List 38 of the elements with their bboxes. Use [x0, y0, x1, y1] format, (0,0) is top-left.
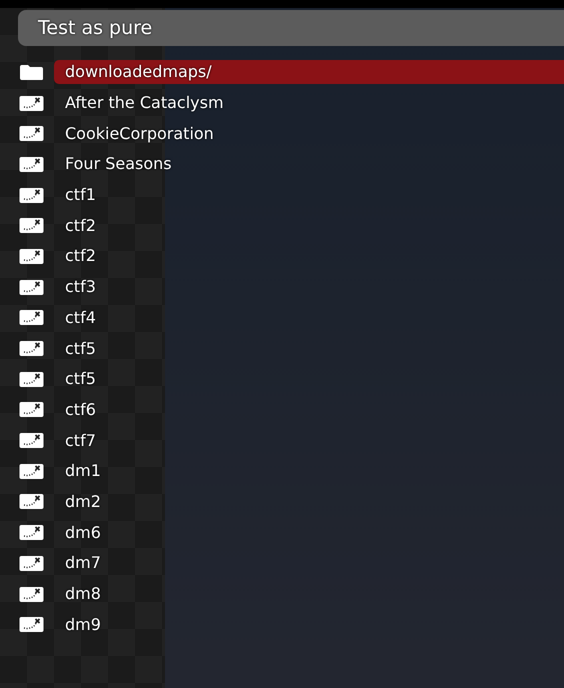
- map-icon: [19, 125, 44, 142]
- map-icon: [19, 340, 44, 358]
- file-list-item[interactable]: ctf2: [54, 214, 564, 238]
- map-icon: [19, 370, 44, 388]
- file-list-item[interactable]: After the Cataclysm: [54, 91, 564, 116]
- file-list-item[interactable]: ctf2: [54, 244, 564, 268]
- map-icon: [19, 217, 44, 234]
- file-list-item[interactable]: dm9: [54, 612, 564, 637]
- file-list-item[interactable]: dm7: [54, 551, 564, 576]
- file-list-item[interactable]: ctf3: [54, 275, 564, 300]
- file-list-item[interactable]: ctf5: [54, 367, 564, 392]
- map-icon: [19, 248, 44, 265]
- file-list-item[interactable]: Four Seasons: [54, 152, 564, 176]
- map-icon: [19, 401, 44, 418]
- map-icon: [19, 462, 44, 480]
- title-text: Test as pure: [38, 16, 152, 41]
- map-icon: [19, 186, 44, 204]
- file-list-item[interactable]: ctf6: [54, 398, 564, 422]
- map-icon: [19, 493, 44, 510]
- map-icon: [19, 94, 44, 112]
- map-icon: [19, 432, 44, 450]
- map-icon: [19, 586, 44, 603]
- map-icon: [19, 524, 44, 542]
- map-icon: [19, 554, 44, 572]
- file-list-item[interactable]: ctf4: [54, 306, 564, 330]
- file-list-item[interactable]: ctf5: [54, 336, 564, 361]
- map-icon: [19, 156, 44, 173]
- file-list-item[interactable]: dm8: [54, 582, 564, 606]
- file-list-item[interactable]: CookieCorporation: [54, 122, 564, 146]
- file-list-item[interactable]: dm6: [54, 520, 564, 545]
- file-list-item[interactable]: dm2: [54, 490, 564, 514]
- map-icon: [19, 309, 44, 326]
- file-list-item[interactable]: ctf1: [54, 183, 564, 208]
- map-icon: [19, 616, 44, 634]
- map-icon: [19, 278, 44, 296]
- file-list-item[interactable]: downloadedmaps/: [54, 60, 564, 84]
- file-list-item[interactable]: dm1: [54, 459, 564, 484]
- file-list-item[interactable]: ctf7: [54, 428, 564, 453]
